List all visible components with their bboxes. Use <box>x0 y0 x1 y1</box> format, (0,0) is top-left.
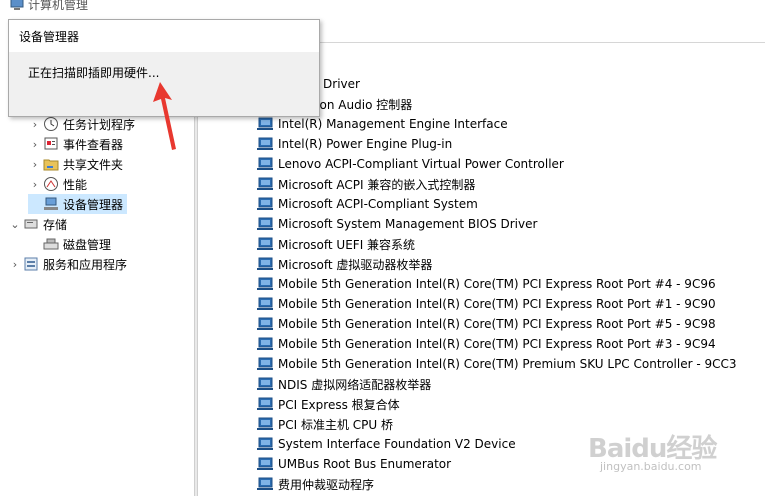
tree-item-label: 设备管理器 <box>63 197 124 212</box>
system-device-icon <box>257 237 273 251</box>
device-label: PCI Express 根复合体 <box>278 397 400 412</box>
system-device-icon <box>257 457 273 471</box>
system-device-icon <box>257 117 273 131</box>
window-title: 计算机管理 <box>28 0 89 12</box>
system-device-icon <box>257 337 273 351</box>
tree-item[interactable]: 磁盘管理 <box>28 234 111 254</box>
tree-item-label: 任务计划程序 <box>63 117 136 132</box>
system-device-icon <box>257 397 273 411</box>
device-row[interactable]: Mobile 5th Generation Intel(R) Core(TM) … <box>257 274 737 294</box>
device-row[interactable]: NDIS 虚拟网络适配器枚举器 <box>257 374 737 394</box>
device-label: Intel(R) Management Engine Interface <box>278 117 508 131</box>
device-row[interactable]: Mobile 5th Generation Intel(R) Core(TM) … <box>257 354 737 374</box>
tree-item-label: 共享文件夹 <box>63 157 124 172</box>
device-row[interactable]: definition Audio 控制器 <box>257 94 737 114</box>
dialog-message: 正在扫描即插即用硬件... <box>28 66 160 80</box>
tree-item[interactable]: › 性能 <box>28 174 87 194</box>
services-icon <box>22 256 40 272</box>
device-row[interactable]: Intel(R) Management Engine Interface <box>257 114 737 134</box>
system-device-icon <box>257 177 273 191</box>
performance-icon <box>42 176 60 192</box>
watermark-url: jingyan.baidu.com <box>600 460 702 473</box>
device-row[interactable]: Lenovo ACPI-Compliant Virtual Power Cont… <box>257 154 737 174</box>
device-row[interactable]: Microsoft UEFI 兼容系统 <box>257 234 737 254</box>
system-device-icon <box>257 157 273 171</box>
device-label: Microsoft UEFI 兼容系统 <box>278 237 416 252</box>
window-titlebar: 计算机管理 <box>0 0 765 14</box>
device-label: Mobile 5th Generation Intel(R) Core(TM) … <box>278 337 716 351</box>
device-manager-icon <box>42 196 60 212</box>
tree-item-label: 事件查看器 <box>63 137 124 152</box>
device-row[interactable]: Microsoft System Management BIOS Driver <box>257 214 737 234</box>
device-label: UMBus Root Bus Enumerator <box>278 457 452 471</box>
device-row[interactable]: PCI Express 根复合体 <box>257 394 737 414</box>
device-row[interactable]: Microsoft ACPI-Compliant System <box>257 194 737 214</box>
device-row[interactable]: Microsoft ACPI 兼容的嵌入式控制器 <box>257 174 737 194</box>
device-label: NDIS 虚拟网络适配器枚举器 <box>278 377 432 392</box>
system-device-icon <box>257 217 273 231</box>
device-label: Mobile 5th Generation Intel(R) Core(TM) … <box>278 317 716 331</box>
system-device-icon <box>257 437 273 451</box>
system-device-icon <box>257 137 273 151</box>
tree-item-label: 服务和应用程序 <box>43 257 128 272</box>
event-viewer-icon <box>42 136 60 152</box>
storage-icon <box>22 216 40 232</box>
device-label: Microsoft ACPI-Compliant System <box>278 197 478 211</box>
tree-item-label: 性能 <box>63 177 88 192</box>
system-device-icon <box>257 357 273 371</box>
tree-item-label: 磁盘管理 <box>63 237 112 252</box>
expand-chevron-icon[interactable]: › <box>8 258 22 271</box>
device-label: PCI 标准主机 CPU 桥 <box>278 417 393 432</box>
device-label: Mobile 5th Generation Intel(R) Core(TM) … <box>278 297 716 311</box>
tree-item-label: 存储 <box>43 217 68 232</box>
device-label: 费用仲裁驱动程序 <box>278 477 375 492</box>
tree-item[interactable]: ⌄ 存储 <box>8 214 67 234</box>
tree-item[interactable]: › 服务和应用程序 <box>8 254 127 274</box>
device-label: Microsoft ACPI 兼容的嵌入式控制器 <box>278 177 476 192</box>
expand-chevron-icon[interactable]: › <box>28 178 42 191</box>
device-row[interactable]: Microsoft 虚拟驱动器枚举器 <box>257 254 737 274</box>
clock-icon <box>42 116 60 132</box>
device-row[interactable]: Mobile 5th Generation Intel(R) Core(TM) … <box>257 294 737 314</box>
system-device-icon <box>257 317 273 331</box>
system-device-icon <box>257 477 273 491</box>
dialog-title: 设备管理器 <box>19 30 80 44</box>
device-label: Mobile 5th Generation Intel(R) Core(TM) … <box>278 277 716 291</box>
expand-chevron-icon[interactable]: ⌄ <box>8 218 22 231</box>
system-device-icon <box>257 297 273 311</box>
device-label: Microsoft 虚拟驱动器枚举器 <box>278 257 433 272</box>
system-device-icon <box>257 277 273 291</box>
device-row[interactable]: UMBus Driver <box>257 74 737 94</box>
device-row[interactable]: Mobile 5th Generation Intel(R) Core(TM) … <box>257 314 737 334</box>
system-device-icon <box>257 197 273 211</box>
expand-chevron-icon[interactable]: › <box>28 158 42 171</box>
expand-chevron-icon[interactable]: › <box>28 118 42 131</box>
tree-item[interactable]: 设备管理器 <box>28 194 128 214</box>
tree-item[interactable]: › 共享文件夹 <box>28 154 123 174</box>
red-arrow-annotation <box>153 82 176 150</box>
disk-management-icon <box>42 236 60 252</box>
device-label: Mobile 5th Generation Intel(R) Core(TM) … <box>278 357 737 371</box>
tree-item[interactable]: › 事件查看器 <box>28 134 123 154</box>
system-device-icon <box>257 257 273 271</box>
device-row[interactable]: Intel(R) Power Engine Plug-in <box>257 134 737 154</box>
shared-folder-icon <box>42 156 60 172</box>
pane-splitter[interactable] <box>194 60 198 496</box>
device-row[interactable]: Mobile 5th Generation Intel(R) Core(TM) … <box>257 334 737 354</box>
toolbar-divider <box>320 42 765 43</box>
device-label: Lenovo ACPI-Compliant Virtual Power Cont… <box>278 157 564 171</box>
computer-management-icon <box>10 0 24 10</box>
device-label: Microsoft System Management BIOS Driver <box>278 217 538 231</box>
system-device-icon <box>257 417 273 431</box>
tree-item[interactable]: › 任务计划程序 <box>28 114 135 134</box>
device-label: System Interface Foundation V2 Device <box>278 437 516 451</box>
device-label: Intel(R) Power Engine Plug-in <box>278 137 453 151</box>
expand-chevron-icon[interactable]: › <box>28 138 42 151</box>
system-device-icon <box>257 377 273 391</box>
baidu-watermark: Baidu经验 jingyan.baidu.com <box>588 428 728 478</box>
